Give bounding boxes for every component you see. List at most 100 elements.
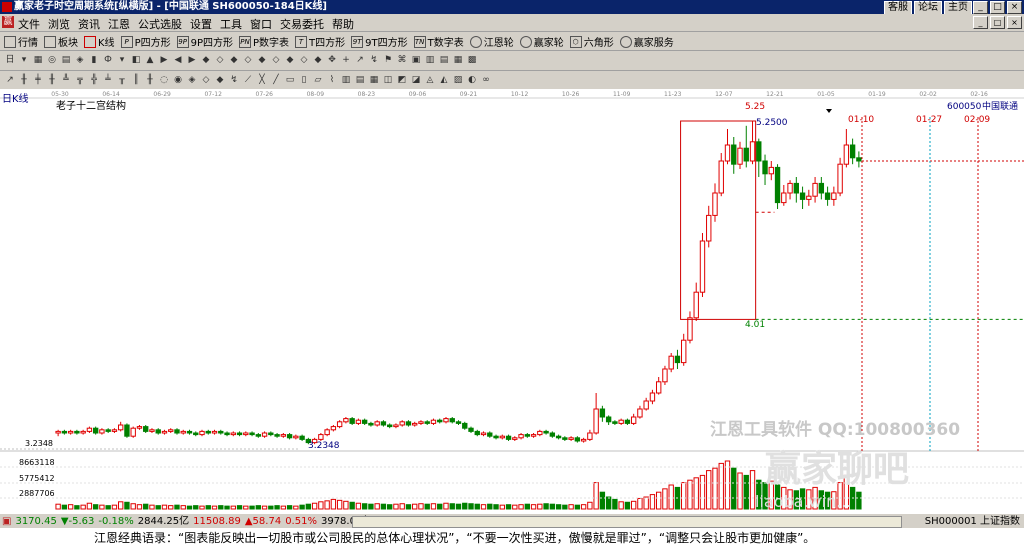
analysis-icon-16[interactable]: ↯ <box>228 74 240 86</box>
analysis-icon-29[interactable]: ◪ <box>410 74 422 86</box>
horizontal-scrollbar[interactable] <box>352 516 902 528</box>
tool-icon-31[interactable]: ▤ <box>438 54 450 66</box>
analysis-icon-10[interactable]: ╫ <box>144 74 156 86</box>
tool-icon-5[interactable]: ◈ <box>74 54 86 66</box>
menu-help[interactable]: 帮助 <box>332 16 354 32</box>
menu-settings[interactable]: 设置 <box>190 16 212 32</box>
toolbar-9t-square-button[interactable]: 9T 9T四方形 <box>351 34 408 49</box>
tool-icon-14[interactable]: ◆ <box>200 54 212 66</box>
analysis-icon-7[interactable]: ╧ <box>102 74 114 86</box>
analysis-icon-33[interactable]: ◐ <box>466 74 478 86</box>
analysis-icon-23[interactable]: ⌇ <box>326 74 338 86</box>
analysis-icon-12[interactable]: ◉ <box>172 74 184 86</box>
analysis-icon-31[interactable]: ◭ <box>438 74 450 86</box>
toolbar-quote-button[interactable]: 行情 <box>4 34 38 49</box>
tool-icon-32[interactable]: ▦ <box>452 54 464 66</box>
tool-icon-33[interactable]: ▩ <box>466 54 478 66</box>
tool-icon-16[interactable]: ◆ <box>228 54 240 66</box>
analysis-icon-22[interactable]: ▱ <box>312 74 324 86</box>
toolbar-p-table-button[interactable]: PN P数字表 <box>239 34 289 49</box>
toolbar-gann-wheel-button[interactable]: 江恩轮 <box>469 34 514 49</box>
tool-icon-0[interactable]: 日 <box>4 54 16 66</box>
tool-icon-28[interactable]: ⌘ <box>396 54 408 66</box>
tool-icon-13[interactable]: ▶ <box>186 54 198 66</box>
tool-icon-7[interactable]: Ф <box>102 54 114 66</box>
analysis-icon-6[interactable]: ╬ <box>88 74 100 86</box>
tool-icon-2[interactable]: ▦ <box>32 54 44 66</box>
analysis-icon-30[interactable]: ◬ <box>424 74 436 86</box>
toolbar-winner-wheel-button[interactable]: 赢家轮 <box>519 34 564 49</box>
analysis-icon-3[interactable]: ╫ <box>46 74 58 86</box>
analysis-icon-9[interactable]: ║ <box>130 74 142 86</box>
link-kefu[interactable]: 客服 <box>884 1 912 15</box>
toolbar-hexagon-button[interactable]: ⬡ 六角形 <box>569 34 614 49</box>
toolbar-service-button[interactable]: 赢家服务 <box>619 34 674 49</box>
analysis-icon-8[interactable]: ╥ <box>116 74 128 86</box>
minimize-button[interactable]: _ <box>973 1 988 14</box>
analysis-icon-15[interactable]: ◆ <box>214 74 226 86</box>
tool-icon-24[interactable]: + <box>340 54 352 66</box>
tool-icon-19[interactable]: ◇ <box>270 54 282 66</box>
tool-icon-29[interactable]: ▣ <box>410 54 422 66</box>
analysis-icon-19[interactable]: ╱ <box>270 74 282 86</box>
analysis-icon-32[interactable]: ▨ <box>452 74 464 86</box>
toolbar-t-table-button[interactable]: TN T数字表 <box>413 34 464 49</box>
mdi-restore-button[interactable]: □ <box>990 16 1005 29</box>
tool-icon-20[interactable]: ◆ <box>284 54 296 66</box>
tool-icon-22[interactable]: ◆ <box>312 54 324 66</box>
menu-formula[interactable]: 公式选股 <box>138 16 182 32</box>
analysis-icon-1[interactable]: ╫ <box>18 74 30 86</box>
tool-icon-15[interactable]: ◇ <box>214 54 226 66</box>
tool-icon-26[interactable]: ↯ <box>368 54 380 66</box>
tool-icon-23[interactable]: ✥ <box>326 54 338 66</box>
menu-gann[interactable]: 江恩 <box>108 16 130 32</box>
menu-window[interactable]: 窗口 <box>250 16 272 32</box>
mdi-minimize-button[interactable]: _ <box>973 16 988 29</box>
tool-icon-6[interactable]: ▮ <box>88 54 100 66</box>
tool-icon-21[interactable]: ◇ <box>298 54 310 66</box>
tool-icon-1[interactable]: ▾ <box>18 54 30 66</box>
link-home[interactable]: 主页 <box>944 1 972 15</box>
toolbar-sector-button[interactable]: 板块 <box>44 34 78 49</box>
menu-trade[interactable]: 交易委托 <box>280 16 324 32</box>
analysis-icon-0[interactable]: ↗ <box>4 74 16 86</box>
kline-chart[interactable]: 05-30 06-14 06-29 07-12 07-26 08-09 08-23 09-06… <box>0 89 1024 513</box>
analysis-icon-13[interactable]: ◈ <box>186 74 198 86</box>
tool-icon-30[interactable]: ▥ <box>424 54 436 66</box>
toolbar-p-square-button[interactable]: P P四方形 <box>120 34 171 49</box>
tool-icon-12[interactable]: ◀ <box>172 54 184 66</box>
toolbar-9p-square-button[interactable]: 9P 9P四方形 <box>176 34 233 49</box>
close-button[interactable]: × <box>1007 1 1022 14</box>
maximize-button[interactable]: □ <box>990 1 1005 14</box>
analysis-icon-20[interactable]: ▭ <box>284 74 296 86</box>
analysis-icon-5[interactable]: ╦ <box>74 74 86 86</box>
analysis-icon-14[interactable]: ◇ <box>200 74 212 86</box>
menu-browse[interactable]: 浏览 <box>48 16 70 32</box>
tool-icon-18[interactable]: ◆ <box>256 54 268 66</box>
analysis-icon-4[interactable]: ╩ <box>60 74 72 86</box>
mdi-close-button[interactable]: × <box>1007 16 1022 29</box>
toolbar-t-square-button[interactable]: T T四方形 <box>295 34 345 49</box>
analysis-icon-25[interactable]: ▤ <box>354 74 366 86</box>
analysis-icon-34[interactable]: ∞ <box>480 74 492 86</box>
analysis-icon-18[interactable]: ╳ <box>256 74 268 86</box>
tool-icon-9[interactable]: ◧ <box>130 54 142 66</box>
tool-icon-17[interactable]: ◇ <box>242 54 254 66</box>
analysis-icon-11[interactable]: ◌ <box>158 74 170 86</box>
analysis-icon-26[interactable]: ▦ <box>368 74 380 86</box>
menu-info[interactable]: 资讯 <box>78 16 100 32</box>
tool-icon-25[interactable]: ↗ <box>354 54 366 66</box>
analysis-icon-28[interactable]: ◩ <box>396 74 408 86</box>
menu-file[interactable]: 文件 <box>18 16 40 32</box>
tool-icon-3[interactable]: ◎ <box>46 54 58 66</box>
index-selector[interactable]: SH000001 上证指数 <box>925 514 1020 529</box>
tool-icon-27[interactable]: ⚑ <box>382 54 394 66</box>
analysis-icon-17[interactable]: ⟋ <box>242 74 254 86</box>
tool-icon-8[interactable]: ▾ <box>116 54 128 66</box>
link-forum[interactable]: 论坛 <box>914 1 942 15</box>
toolbar-kline-button[interactable]: K线 <box>84 34 115 49</box>
tool-icon-4[interactable]: ▤ <box>60 54 72 66</box>
tool-icon-11[interactable]: ▶ <box>158 54 170 66</box>
tool-icon-10[interactable]: ▲ <box>144 54 156 66</box>
analysis-icon-2[interactable]: ╪ <box>32 74 44 86</box>
